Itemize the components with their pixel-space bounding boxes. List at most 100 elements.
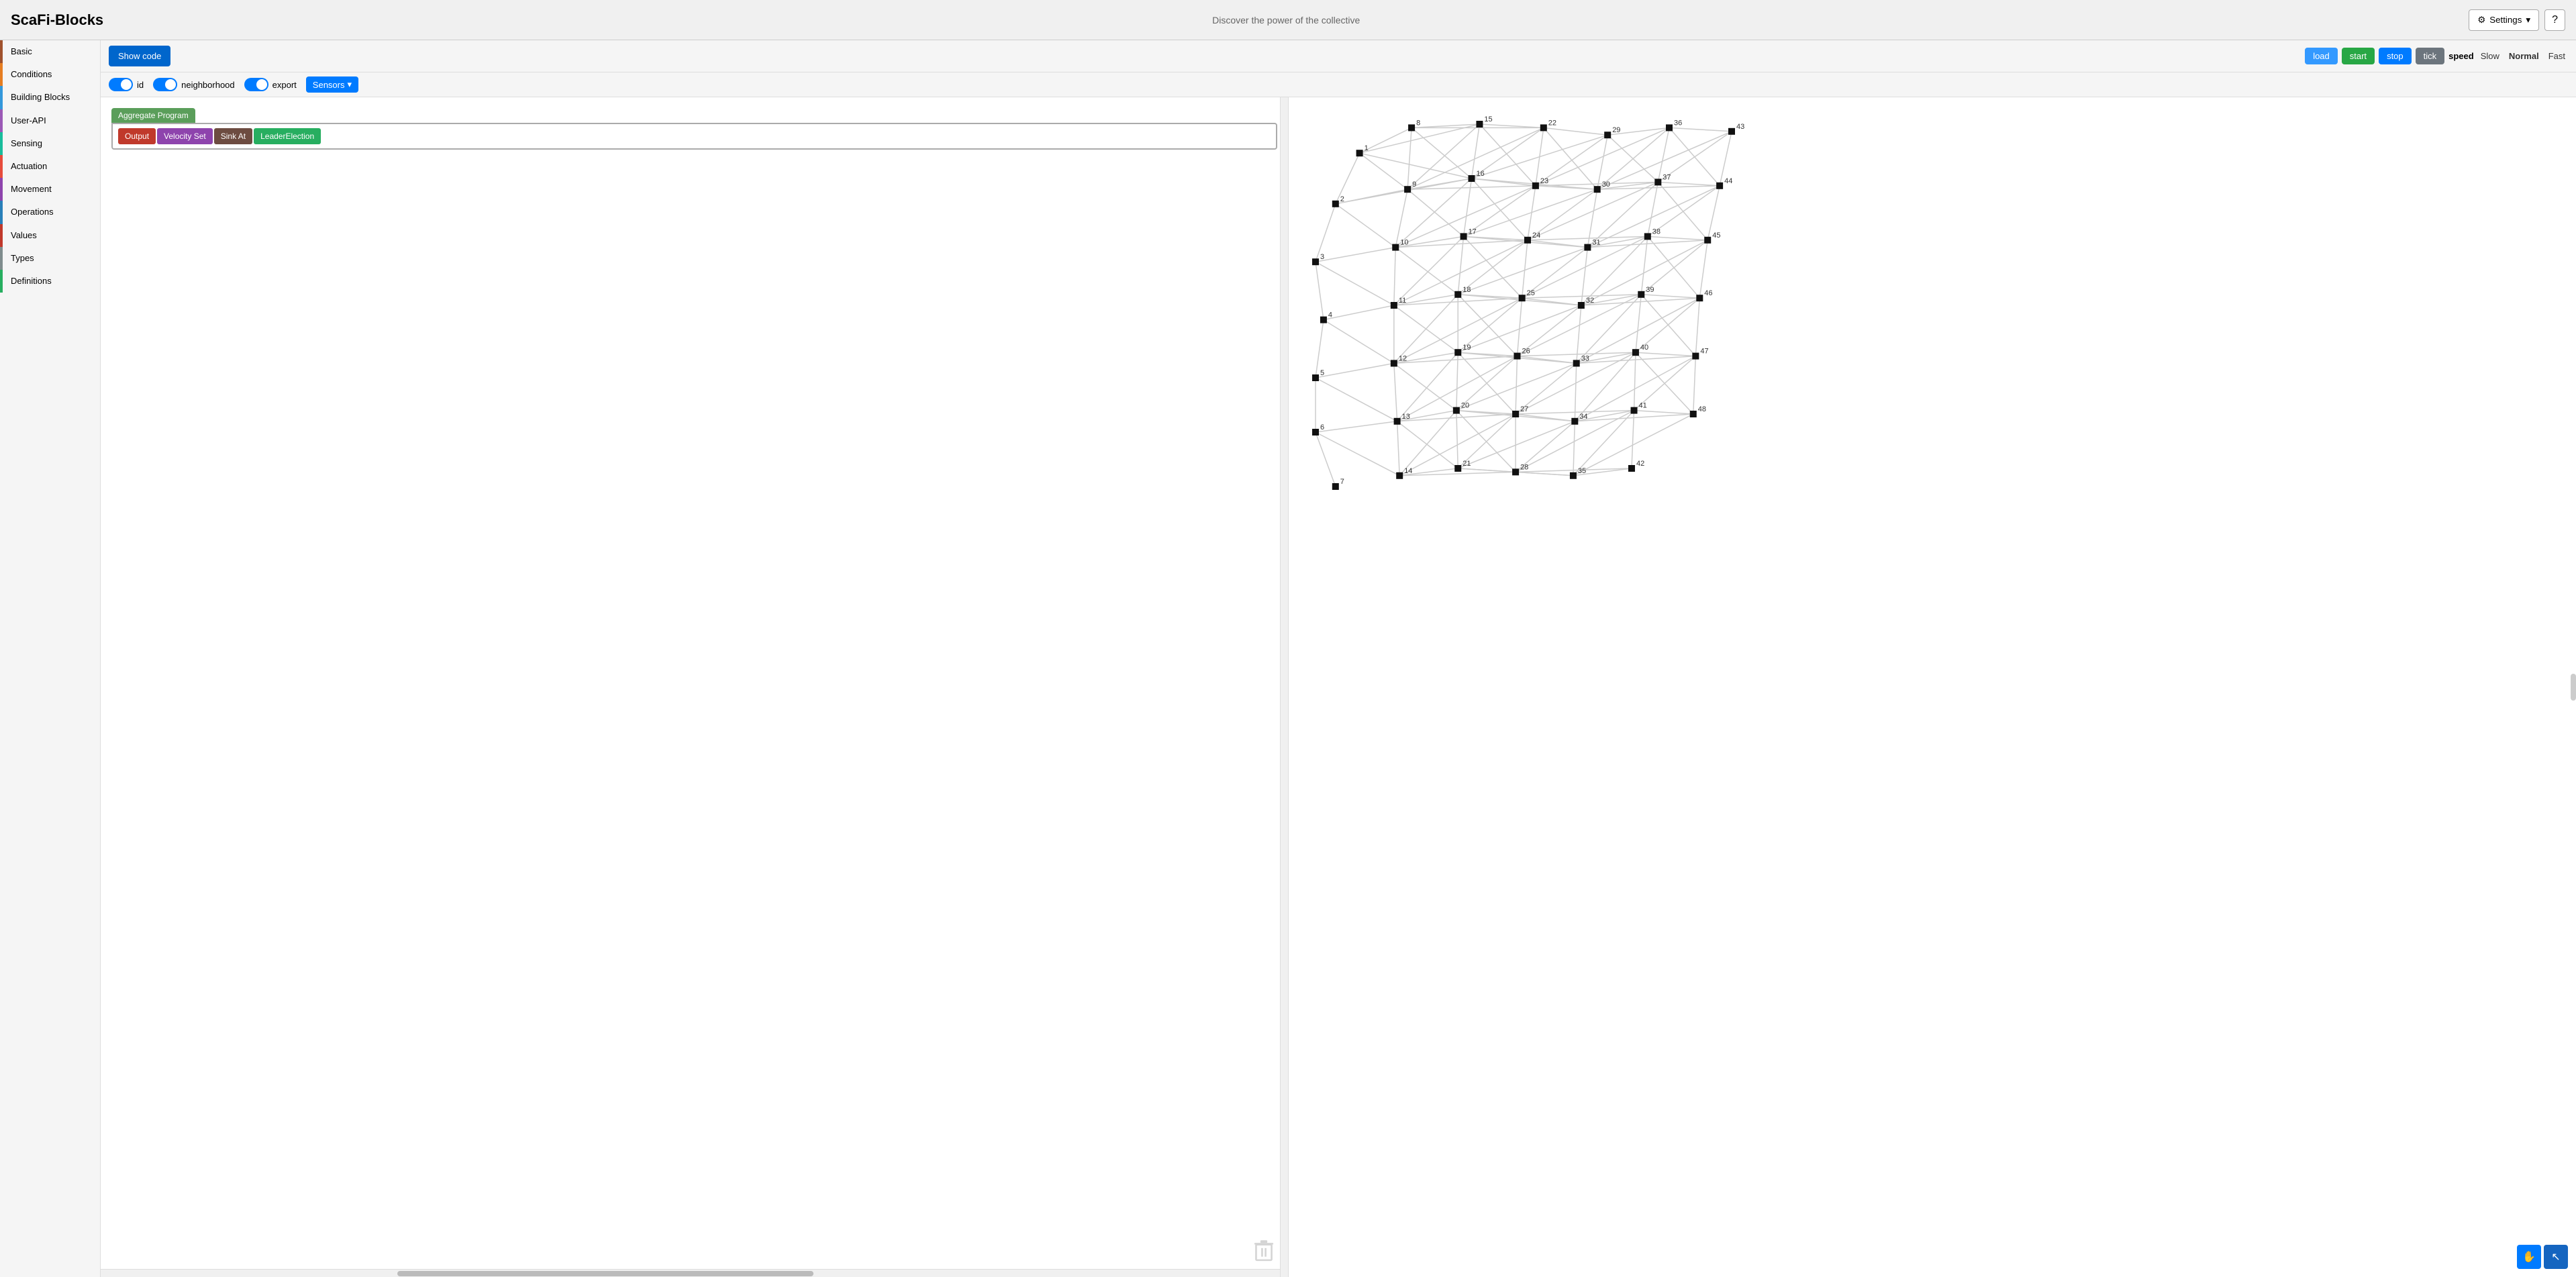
output-block[interactable]: Output	[118, 128, 156, 144]
svg-text:47: 47	[1701, 348, 1709, 356]
sidebar: Basic Conditions Building Blocks User-AP…	[0, 40, 101, 1277]
sidebar-item-definitions[interactable]: Definitions	[0, 270, 100, 293]
svg-text:11: 11	[1399, 297, 1406, 305]
svg-text:18: 18	[1463, 286, 1471, 294]
load-button[interactable]: load	[2305, 48, 2338, 64]
id-label: id	[137, 80, 144, 90]
stop-button[interactable]: stop	[2379, 48, 2412, 64]
svg-text:24: 24	[1532, 232, 1540, 240]
main-layout: Basic Conditions Building Blocks User-AP…	[0, 40, 2576, 1277]
app-tagline: Discover the power of the collective	[1212, 15, 1360, 25]
neighborhood-toggle[interactable]	[153, 78, 177, 91]
pan-tool-button[interactable]: ✋	[2517, 1245, 2541, 1269]
svg-text:38: 38	[1652, 227, 1661, 236]
toolbar: Show code load start stop tick speed Slo…	[101, 40, 2576, 72]
id-toggle[interactable]	[109, 78, 133, 91]
content-area: Show code load start stop tick speed Slo…	[101, 40, 2576, 1277]
tick-button[interactable]: tick	[2416, 48, 2445, 64]
svg-text:13: 13	[1402, 413, 1410, 421]
svg-text:40: 40	[1640, 344, 1648, 352]
svg-text:15: 15	[1485, 115, 1493, 123]
canvas-tools: ✋ ↖	[2517, 1245, 2568, 1269]
svg-text:41: 41	[1639, 402, 1647, 410]
svg-text:36: 36	[1674, 119, 1682, 127]
sidebar-item-conditions[interactable]: Conditions	[0, 63, 100, 86]
sidebar-item-types[interactable]: Types	[0, 247, 100, 270]
sink-at-block[interactable]: Sink At	[214, 128, 252, 144]
svg-text:19: 19	[1463, 344, 1471, 352]
svg-text:21: 21	[1463, 460, 1471, 468]
scrollbar-thumb	[397, 1271, 813, 1276]
neighborhood-toggle-item: neighborhood	[153, 78, 235, 91]
sidebar-item-user-api[interactable]: User-API	[0, 109, 100, 132]
svg-text:46: 46	[1705, 289, 1713, 297]
svg-text:39: 39	[1646, 286, 1654, 294]
block-editor: Aggregate Program Output Velocity Set Si…	[101, 97, 1289, 1277]
svg-text:12: 12	[1399, 354, 1407, 362]
show-code-button[interactable]: Show code	[109, 46, 170, 66]
chevron-down-icon: ▾	[2526, 15, 2530, 25]
svg-text:43: 43	[1736, 123, 1744, 131]
svg-text:20: 20	[1461, 402, 1469, 410]
svg-text:30: 30	[1602, 181, 1610, 189]
svg-text:14: 14	[1404, 467, 1412, 475]
export-toggle-item: export	[244, 78, 297, 91]
header: ScaFi-Blocks Discover the power of the c…	[0, 0, 2576, 40]
settings-button[interactable]: ⚙ Settings ▾	[2469, 9, 2539, 31]
svg-text:4: 4	[1328, 311, 1332, 319]
svg-text:25: 25	[1527, 289, 1535, 297]
sidebar-item-actuation[interactable]: Actuation	[0, 155, 100, 178]
sidebar-item-operations[interactable]: Operations	[0, 201, 100, 223]
id-toggle-item: id	[109, 78, 144, 91]
simulation-canvas: 1234567891011121314151617181920212223242…	[1289, 97, 2576, 1277]
sidebar-item-basic[interactable]: Basic	[0, 40, 100, 63]
svg-text:33: 33	[1581, 354, 1589, 362]
svg-text:26: 26	[1522, 348, 1530, 356]
blocks-row: Output Velocity Set Sink At LeaderElecti…	[111, 123, 1277, 150]
sidebar-item-values[interactable]: Values	[0, 224, 100, 247]
resize-handle[interactable]	[2571, 674, 2576, 701]
svg-text:16: 16	[1477, 170, 1485, 178]
simulation-controls: load start stop tick speed Slow Normal F…	[2305, 48, 2568, 64]
app-title: ScaFi-Blocks	[11, 11, 103, 29]
svg-text:35: 35	[1578, 467, 1586, 475]
svg-text:37: 37	[1663, 173, 1671, 181]
svg-text:44: 44	[1724, 177, 1732, 185]
svg-text:3: 3	[1320, 253, 1324, 261]
network-graph: 1234567891011121314151617181920212223242…	[1289, 97, 2576, 1277]
vertical-scrollbar[interactable]	[1280, 97, 1288, 1277]
svg-text:6: 6	[1320, 423, 1324, 431]
neighborhood-label: neighborhood	[181, 80, 235, 90]
sidebar-item-movement[interactable]: Movement	[0, 178, 100, 201]
aggregate-program-label: Aggregate Program	[111, 108, 195, 123]
sidebar-item-sensing[interactable]: Sensing	[0, 132, 100, 155]
svg-text:5: 5	[1320, 369, 1324, 377]
toggle-row: id neighborhood export Sensors ▾	[101, 72, 2576, 97]
svg-text:29: 29	[1612, 126, 1620, 134]
export-toggle[interactable]	[244, 78, 268, 91]
horizontal-scrollbar[interactable]	[101, 1269, 1288, 1277]
leader-election-block[interactable]: LeaderElection	[254, 128, 321, 144]
sensors-button[interactable]: Sensors ▾	[306, 76, 358, 93]
speed-fast[interactable]: Fast	[2546, 50, 2568, 62]
svg-text:32: 32	[1586, 297, 1594, 305]
start-button[interactable]: start	[2342, 48, 2375, 64]
gear-icon: ⚙	[2477, 15, 2485, 25]
select-tool-button[interactable]: ↖	[2544, 1245, 2568, 1269]
svg-text:2: 2	[1340, 195, 1344, 203]
svg-text:9: 9	[1412, 181, 1416, 189]
svg-text:10: 10	[1400, 239, 1408, 247]
speed-normal[interactable]: Normal	[2506, 50, 2542, 62]
svg-text:7: 7	[1340, 478, 1344, 486]
aggregate-program-container: Aggregate Program Output Velocity Set Si…	[101, 97, 1288, 160]
speed-slow[interactable]: Slow	[2478, 50, 2502, 62]
work-area: Aggregate Program Output Velocity Set Si…	[101, 97, 2576, 1277]
svg-text:34: 34	[1580, 413, 1588, 421]
svg-text:48: 48	[1698, 405, 1706, 413]
sidebar-item-building-blocks[interactable]: Building Blocks	[0, 86, 100, 109]
help-button[interactable]: ?	[2544, 9, 2565, 31]
velocity-set-block[interactable]: Velocity Set	[157, 128, 213, 144]
svg-text:17: 17	[1469, 227, 1477, 236]
svg-text:22: 22	[1548, 119, 1556, 127]
svg-text:1: 1	[1365, 144, 1369, 152]
